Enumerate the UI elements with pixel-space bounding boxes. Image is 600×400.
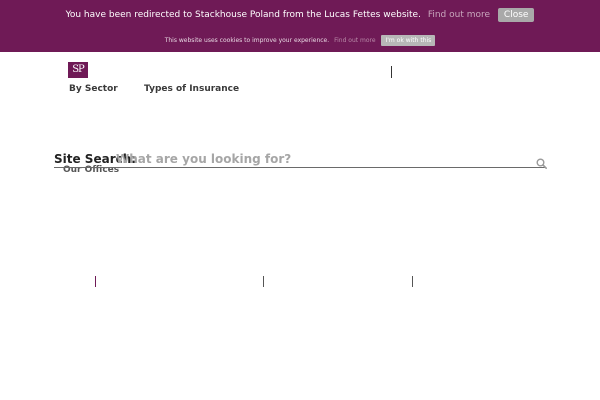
search-icon[interactable] [536, 154, 547, 169]
redirect-find-out-more-link[interactable]: Find out more [428, 10, 490, 20]
notification-bar: You have been redirected to Stackhouse P… [0, 0, 600, 52]
cookie-accept-button[interactable]: I'm ok with this [381, 35, 436, 46]
close-button[interactable]: Close [497, 8, 535, 22]
redirect-message: You have been redirected to Stackhouse P… [65, 10, 421, 20]
header-divider [391, 66, 392, 78]
column-divider [95, 276, 96, 287]
search-input[interactable] [116, 150, 536, 168]
cookie-message: This website uses cookies to improve you… [164, 37, 330, 44]
column-divider [412, 276, 413, 287]
search-underline [54, 167, 546, 168]
column-divider [263, 276, 264, 287]
cookie-banner: This website uses cookies to improve you… [0, 35, 600, 46]
nav-item-by-sector[interactable]: By Sector [69, 83, 118, 95]
redirect-banner: You have been redirected to Stackhouse P… [0, 8, 600, 22]
cookie-find-out-more-link[interactable]: Find out more [334, 37, 375, 44]
nav-item-types-of-insurance[interactable]: Types of Insurance [144, 83, 239, 95]
site-logo[interactable]: SP [68, 62, 88, 78]
